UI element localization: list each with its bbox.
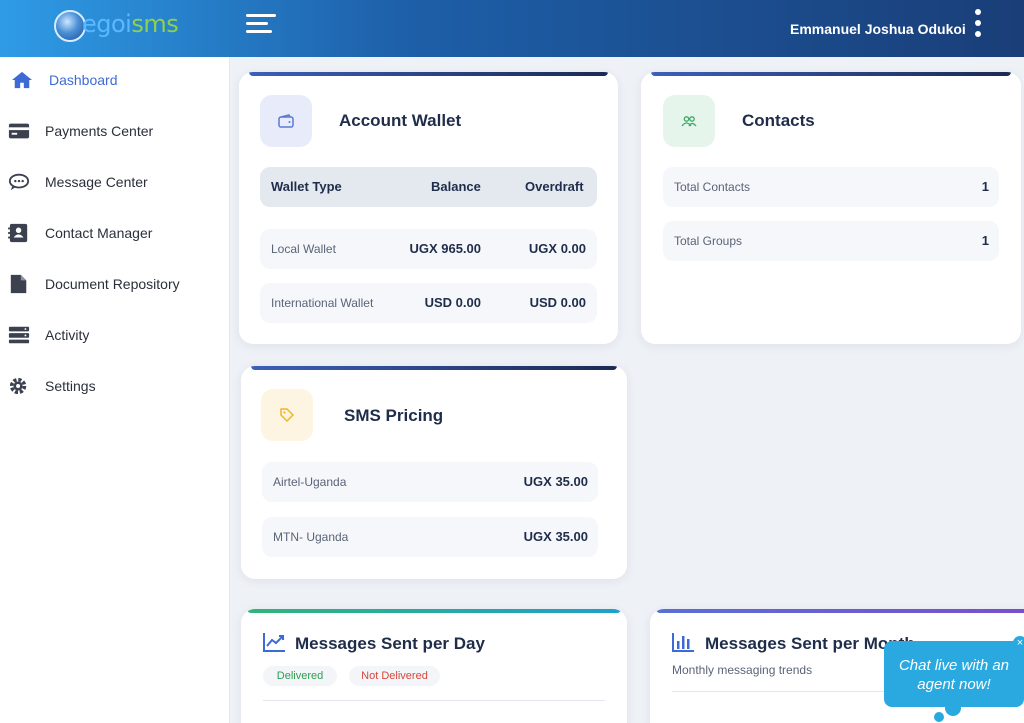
more-options-icon[interactable] xyxy=(972,9,984,41)
chat-tail-dot xyxy=(934,712,944,722)
sidebar-item-payments[interactable]: Payments Center xyxy=(0,111,230,151)
sidebar-item-label: Activity xyxy=(45,327,90,343)
legend-delivered[interactable]: Delivered xyxy=(263,666,337,686)
logo-text: egoisms xyxy=(82,10,179,38)
sidebar-item-messages[interactable]: Message Center xyxy=(0,162,230,202)
credit-card-icon xyxy=(8,123,30,139)
users-icon xyxy=(663,95,715,147)
messages-per-day-card: Messages Sent per Day Delivered Not Deli… xyxy=(241,609,627,723)
col-wallet-type: Wallet Type xyxy=(271,179,342,194)
chat-close-icon[interactable]: × xyxy=(1013,636,1024,650)
card-title: Contacts xyxy=(742,111,815,130)
card-subtitle: Monthly messaging trends xyxy=(672,663,813,677)
user-name[interactable]: Emmanuel Joshua Odukoi xyxy=(790,21,966,37)
sidebar: Dashboard Payments Center Message Center… xyxy=(0,57,230,723)
sidebar-item-documents[interactable]: Document Repository xyxy=(0,264,230,304)
col-overdraft: Overdraft xyxy=(525,179,584,194)
contact-card-icon xyxy=(8,223,28,243)
chat-tail-dot xyxy=(945,700,961,716)
card-title: Messages Sent per Day xyxy=(295,634,485,653)
sidebar-item-label: Message Center xyxy=(45,174,148,190)
stat-row-total-contacts: Total Contacts 1 xyxy=(663,167,999,207)
account-wallet-card: Account Wallet Wallet Type Balance Overd… xyxy=(239,72,618,344)
divider xyxy=(263,700,605,701)
sidebar-item-label: Contact Manager xyxy=(45,225,153,241)
sidebar-item-settings[interactable]: Settings xyxy=(0,366,230,406)
table-row: International Wallet USD 0.00 USD 0.00 xyxy=(260,283,597,323)
price-row-mtn: MTN- Uganda UGX 35.00 xyxy=(262,517,598,557)
sidebar-item-activity[interactable]: Activity xyxy=(0,315,230,355)
chat-icon xyxy=(8,173,30,191)
gear-icon xyxy=(9,377,27,395)
table-row: Local Wallet UGX 965.00 UGX 0.00 xyxy=(260,229,597,269)
sidebar-item-label: Settings xyxy=(45,378,96,394)
stat-row-total-groups: Total Groups 1 xyxy=(663,221,999,261)
bar-chart-icon xyxy=(672,633,694,652)
contacts-card: Contacts Total Contacts 1 Total Groups 1 xyxy=(641,72,1021,344)
card-title: SMS Pricing xyxy=(344,406,444,425)
col-balance: Balance xyxy=(431,179,481,194)
sidebar-item-contacts[interactable]: Contact Manager xyxy=(0,213,230,253)
home-icon xyxy=(12,71,32,89)
legend-not-delivered[interactable]: Not Delivered xyxy=(349,666,440,686)
sidebar-item-label: Payments Center xyxy=(45,123,154,139)
sidebar-item-label: Dashboard xyxy=(49,72,118,88)
app-logo[interactable]: egoisms xyxy=(54,6,184,46)
menu-toggle-icon[interactable] xyxy=(246,14,276,38)
wallet-table-header: Wallet Type Balance Overdraft xyxy=(260,167,597,207)
trend-chart-icon xyxy=(263,633,285,652)
top-header: egoisms Emmanuel Joshua Odukoi xyxy=(0,0,1024,57)
sms-pricing-card: SMS Pricing Airtel-Uganda UGX 35.00 MTN-… xyxy=(241,366,627,579)
live-chat-button[interactable]: Chat live with an agent now! xyxy=(884,641,1024,707)
sidebar-item-label: Document Repository xyxy=(45,276,180,292)
wallet-icon xyxy=(260,95,312,147)
card-title: Account Wallet xyxy=(339,111,462,130)
document-icon xyxy=(10,274,27,294)
server-icon xyxy=(8,326,30,344)
price-row-airtel: Airtel-Uganda UGX 35.00 xyxy=(262,462,598,502)
tag-icon xyxy=(261,389,313,441)
sidebar-item-dashboard[interactable]: Dashboard xyxy=(0,60,230,100)
